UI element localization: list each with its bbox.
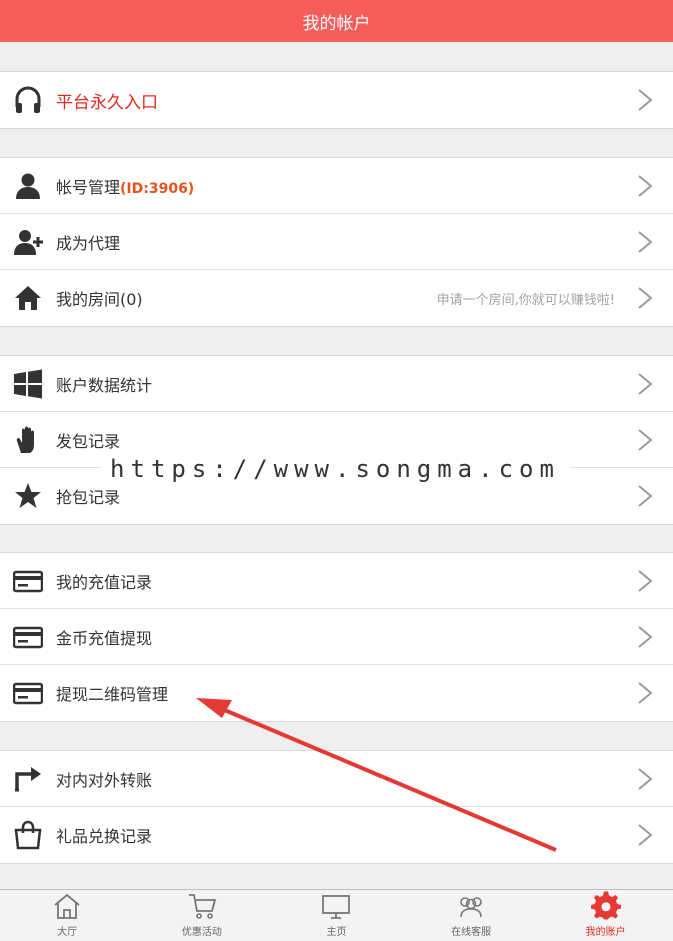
account-id: (ID:3906)	[120, 180, 195, 197]
page-header: 我的帐户	[0, 0, 673, 42]
chevron-right-icon	[638, 768, 653, 790]
chevron-right-icon	[638, 485, 653, 507]
menu-item-label: 账户数据统计	[56, 375, 153, 395]
support-icon	[460, 897, 482, 918]
transfer-icon	[13, 764, 43, 794]
user-add-icon	[13, 227, 43, 257]
star-icon	[13, 481, 43, 511]
menu-item-withdraw-qrcode[interactable]: 提现二维码管理	[0, 665, 673, 721]
menu-item-label: 我的房间(0)	[56, 290, 143, 309]
menu-item-gift-exchange[interactable]: 礼品兑换记录	[0, 807, 673, 863]
menu-item-transfer[interactable]: 对内对外转账	[0, 751, 673, 807]
gear-icon	[590, 891, 621, 920]
chevron-right-icon	[638, 373, 653, 395]
bag-icon	[13, 820, 43, 850]
group-stats: 账户数据统计 发包记录 抢包记录	[0, 355, 673, 525]
windows-icon	[13, 369, 43, 399]
chevron-right-icon	[638, 824, 653, 846]
user-icon	[13, 171, 43, 201]
watermark: https://www.songma.com	[100, 452, 570, 486]
menu-item-coin-recharge-withdraw[interactable]: 金币充值提现	[0, 609, 673, 665]
menu-item-become-agent[interactable]: 成为代理	[0, 214, 673, 270]
menu-item-recharge-records[interactable]: 我的充值记录	[0, 553, 673, 609]
chevron-right-icon	[638, 626, 653, 648]
chevron-right-icon	[638, 175, 653, 197]
tab-label: 在线客服	[451, 927, 492, 938]
tab-label: 优惠活动	[181, 927, 222, 938]
hand-icon	[13, 425, 43, 455]
tab-my-account[interactable]: 我的账户	[538, 890, 673, 941]
card-icon	[13, 622, 43, 652]
chevron-right-icon	[638, 429, 653, 451]
tab-home[interactable]: 主页	[269, 890, 404, 941]
chevron-right-icon	[638, 89, 653, 111]
tab-hall[interactable]: 大厅	[0, 890, 135, 941]
menu-item-my-room[interactable]: 我的房间(0) 申请一个房间,你就可以赚钱啦!	[0, 270, 673, 326]
menu-item-label: 发包记录	[56, 431, 121, 451]
menu-item-account-management[interactable]: 帐号管理(ID:3906)	[0, 158, 673, 214]
headphones-icon	[13, 85, 43, 115]
tab-support[interactable]: 在线客服	[404, 890, 539, 941]
group-finance: 我的充值记录 金币充值提现 提现二维码管理	[0, 552, 673, 722]
group-entry: 平台永久入口	[0, 71, 673, 129]
menu-item-label: 礼品兑换记录	[56, 827, 153, 846]
chevron-right-icon	[638, 287, 653, 309]
chevron-right-icon	[638, 231, 653, 253]
menu-item-account-stats[interactable]: 账户数据统计	[0, 356, 673, 412]
tab-label: 主页	[326, 927, 347, 938]
home-icon	[13, 283, 43, 313]
menu-item-label: 对内对外转账	[56, 770, 153, 790]
group-transfer: 对内对外转账 礼品兑换记录	[0, 750, 673, 864]
menu-item-label: 帐号管理	[56, 177, 121, 197]
chevron-right-icon	[638, 682, 653, 704]
monitor-icon	[322, 895, 351, 919]
chevron-right-icon	[638, 570, 653, 592]
room-hint: 申请一个房间,你就可以赚钱啦!	[436, 292, 615, 308]
menu-item-label: 平台永久入口	[56, 92, 158, 113]
card-icon	[13, 566, 43, 596]
hall-icon	[54, 893, 80, 919]
menu-item-label: 成为代理	[56, 233, 121, 253]
menu-item-label: 金币充值提现	[56, 628, 153, 648]
menu-item-label: 我的充值记录	[56, 572, 153, 592]
tab-promotions[interactable]: 优惠活动	[135, 890, 270, 941]
cart-icon	[188, 894, 217, 919]
tab-label: 我的账户	[585, 927, 626, 938]
menu-item-label: 抢包记录	[56, 488, 121, 507]
menu-item-platform-entry[interactable]: 平台永久入口	[0, 72, 673, 128]
group-account: 帐号管理(ID:3906) 成为代理 我的房间(0) 申请一个房间,你就可以赚钱…	[0, 157, 673, 327]
bottom-tab-bar: 大厅 优惠活动 主页 在线客服 我的账户	[0, 889, 673, 941]
page-title: 我的帐户	[302, 13, 371, 34]
menu-item-label: 提现二维码管理	[56, 685, 169, 704]
card-icon	[13, 678, 43, 708]
tab-label: 大厅	[57, 927, 78, 938]
